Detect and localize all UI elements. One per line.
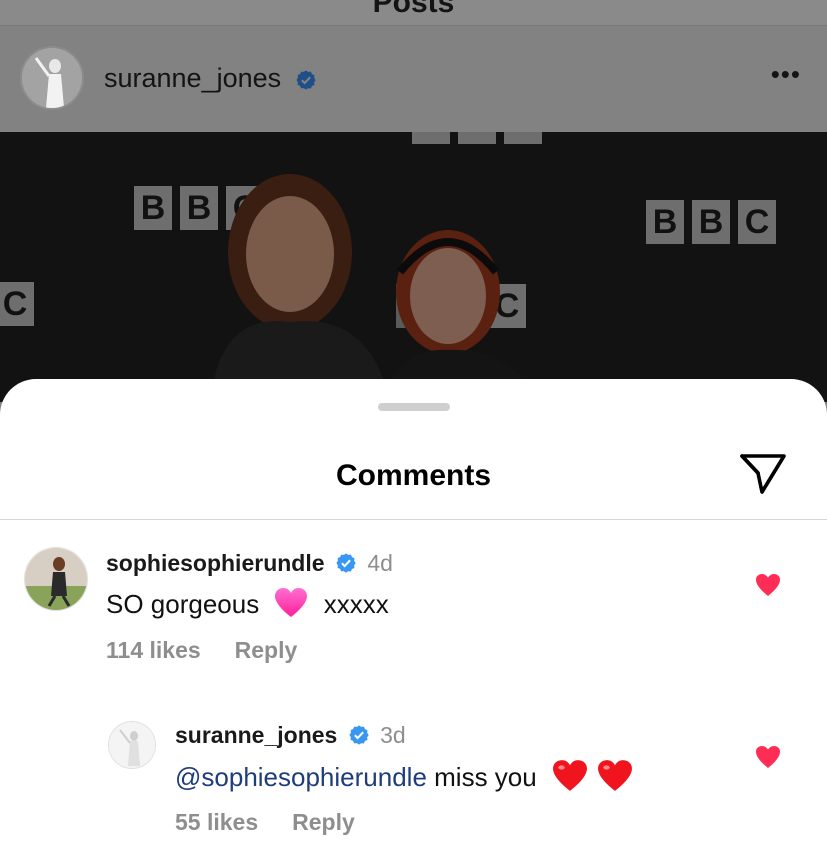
comment-username[interactable]: suranne_jones	[175, 722, 337, 748]
comment-text-after: xxxxx	[323, 589, 389, 619]
like-heart-icon[interactable]	[755, 573, 781, 597]
comment-header: sophiesophierundle 4d	[106, 550, 393, 577]
post-username-text: suranne_jones	[104, 63, 282, 93]
bbc-backdrop-far-left: C	[0, 282, 34, 326]
comments-sheet: Comments sophiesophierundle 4d SO gorgeo	[0, 379, 827, 866]
post-username[interactable]: suranne_jones	[104, 63, 317, 94]
more-horizontal-icon[interactable]: •••	[771, 61, 801, 87]
post-photo[interactable]: B B C B B C C B B C	[0, 132, 827, 402]
comment-username[interactable]: sophiesophierundle	[106, 550, 325, 576]
photo-letter: B	[692, 200, 730, 244]
photo-letter: C	[738, 200, 776, 244]
red-heart-emoji-icon	[553, 760, 587, 791]
mention-link[interactable]: @sophiesophierundle	[175, 762, 427, 792]
comment-meta: 114 likes Reply	[106, 637, 297, 664]
photo-letter: B	[134, 186, 172, 230]
photo-letter: C	[0, 282, 34, 326]
post-header: suranne_jones •••	[0, 26, 827, 132]
sheet-drag-handle[interactable]	[378, 403, 450, 411]
reply-button[interactable]: Reply	[292, 809, 355, 835]
sheet-divider	[0, 519, 827, 520]
top-nav-bar: Posts	[0, 0, 827, 26]
photo-people	[210, 174, 540, 402]
page-title: Posts	[372, 0, 455, 19]
comment-header: suranne_jones 3d	[175, 722, 406, 749]
commenter-avatar[interactable]	[24, 547, 88, 611]
comment-meta: 55 likes Reply	[175, 809, 355, 836]
bbc-backdrop-top	[412, 132, 542, 144]
comment-likes[interactable]: 114 likes	[106, 637, 201, 663]
send-icon[interactable]	[738, 451, 788, 497]
commenter-avatar[interactable]	[108, 721, 156, 769]
bbc-backdrop-right: B B C	[646, 200, 776, 244]
post-avatar[interactable]	[20, 46, 84, 110]
comment-text: SO gorgeous xxxxx	[106, 587, 389, 620]
reply-button[interactable]: Reply	[235, 637, 298, 663]
comment-time: 4d	[367, 550, 393, 576]
verified-badge-icon	[336, 553, 356, 573]
verified-badge-icon	[296, 70, 316, 90]
red-heart-emoji-icon	[598, 760, 633, 791]
photo-letter: B	[646, 200, 684, 244]
verified-badge-icon	[349, 725, 369, 745]
comments-title: Comments	[335, 459, 492, 492]
comment-text: @sophiesophierundle miss you	[175, 759, 633, 793]
comment-text-before: SO gorgeous	[106, 589, 260, 619]
pink-heart-emoji-icon	[275, 588, 308, 617]
comment-text-body: miss you	[426, 762, 537, 792]
comment-likes[interactable]: 55 likes	[175, 809, 258, 835]
comment-time: 3d	[380, 722, 406, 748]
like-heart-icon[interactable]	[755, 745, 781, 769]
